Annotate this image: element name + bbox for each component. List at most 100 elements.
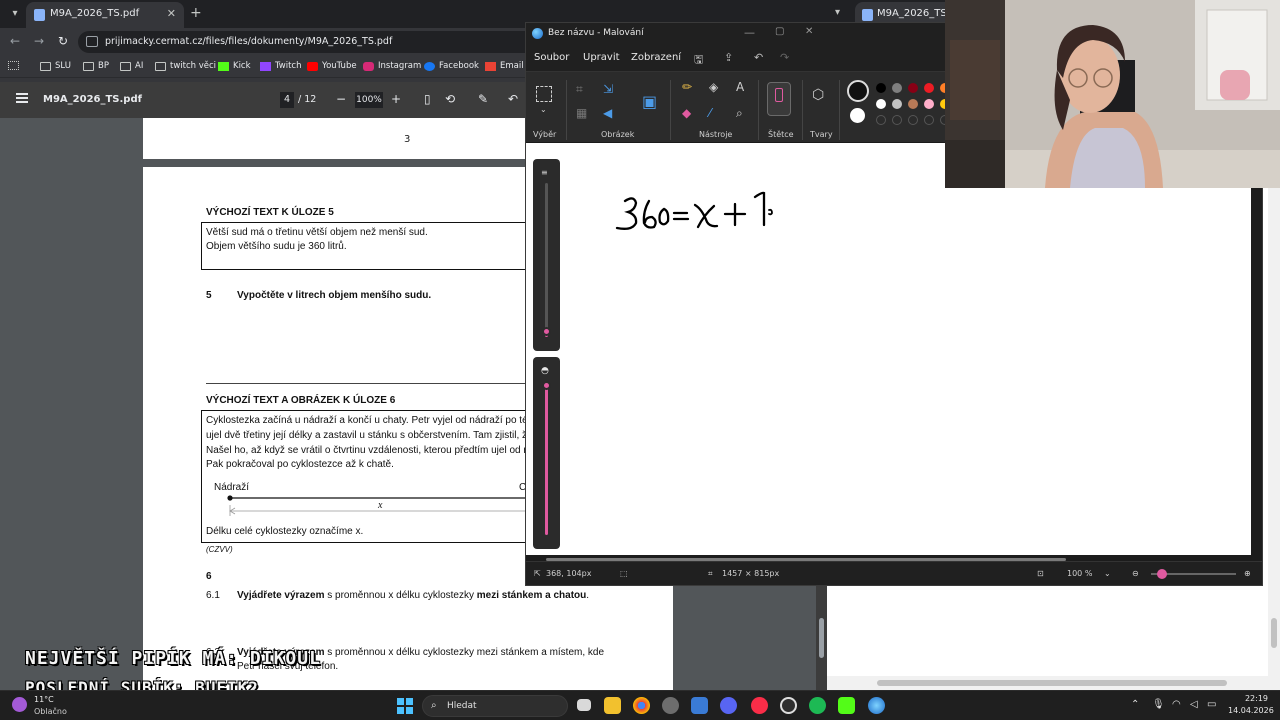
page-number-input[interactable]: 4 [280, 92, 294, 108]
text-icon[interactable]: A [736, 80, 744, 94]
primary-color-swatch[interactable] [847, 80, 869, 102]
undo-icon[interactable]: ↶ [508, 92, 518, 106]
battery-icon[interactable]: ▭ [1207, 699, 1216, 710]
opacity-slider-knob[interactable] [542, 381, 551, 390]
bookmark-instagram[interactable]: Instagram [363, 61, 421, 71]
bookmark-kick[interactable]: Kick [218, 61, 251, 71]
zoom-slider-knob[interactable] [1157, 569, 1167, 579]
taskbar-search[interactable]: ⌕ Hledat [422, 695, 568, 717]
music-icon[interactable] [751, 697, 768, 714]
brush-button[interactable] [767, 82, 791, 116]
task-view-icon[interactable] [577, 699, 591, 711]
brush-size-slider-track[interactable] [545, 183, 548, 333]
scrollbar-vertical[interactable] [1268, 188, 1280, 676]
resize-icon[interactable]: ⇲ [603, 82, 613, 96]
color-picker-icon[interactable]: ⁄ [709, 106, 711, 120]
fit-window-icon[interactable]: ⊡ [1037, 569, 1044, 578]
site-info-icon[interactable] [86, 36, 98, 47]
zoom-slider[interactable] [1151, 569, 1236, 579]
drawing-canvas[interactable] [526, 143, 1251, 555]
tray-expand-icon[interactable]: ⌃ [1131, 699, 1139, 710]
image-icon[interactable]: ▣ [642, 92, 657, 111]
zoom-level[interactable]: 100 % [1067, 569, 1092, 578]
crop-icon[interactable]: ⌗ [576, 82, 583, 97]
address-bar[interactable]: prijimacky.cermat.cz/files/files/dokumen… [78, 31, 598, 53]
magnifier-icon[interactable]: ⌕ [736, 106, 743, 121]
brush-size-slider-knob[interactable] [542, 327, 551, 336]
paint-app-icon[interactable] [868, 697, 885, 714]
pencil-icon[interactable]: ✏ [682, 80, 692, 94]
close-icon[interactable]: ✕ [805, 26, 813, 37]
back-icon[interactable]: ← [10, 34, 20, 48]
clock[interactable]: 22:19 14.04.2026 [1228, 694, 1274, 715]
forward-icon[interactable]: → [34, 34, 44, 48]
palette-color-gray[interactable] [892, 83, 902, 93]
zoom-input[interactable]: 100% [355, 92, 383, 108]
redo-icon[interactable]: ↷ [780, 51, 789, 64]
palette-color-darkred[interactable] [908, 83, 918, 93]
save-icon[interactable]: 🖫 [694, 51, 703, 70]
undo-icon[interactable]: ↶ [754, 51, 763, 64]
canvas-scrollbar-vertical[interactable] [1251, 143, 1262, 555]
bookmark-slu[interactable]: SLU [40, 61, 71, 71]
microphone-icon[interactable]: 🎙 [1152, 699, 1165, 710]
fit-page-icon[interactable]: ▯ [424, 92, 431, 106]
spotify-icon[interactable] [809, 697, 826, 714]
scrollbar-horizontal[interactable] [827, 676, 1280, 690]
bookmark-twitch[interactable]: Twitch [260, 61, 302, 71]
settings-icon[interactable] [662, 697, 679, 714]
fill-icon[interactable]: ◈ [709, 80, 718, 94]
palette-color-pink[interactable] [924, 99, 934, 109]
minimize-icon[interactable]: — [744, 26, 755, 39]
kick-app-icon[interactable] [838, 697, 855, 714]
menu-file[interactable]: Soubor [534, 52, 569, 63]
volume-icon[interactable]: ◁ [1190, 699, 1198, 710]
photos-icon[interactable] [691, 697, 708, 714]
menu-icon[interactable] [16, 93, 28, 103]
obs-icon[interactable] [780, 697, 797, 714]
menu-edit[interactable]: Upravit [583, 52, 620, 63]
tab-search-icon[interactable]: ▾ [6, 5, 24, 23]
apps-icon[interactable] [8, 61, 19, 70]
share-icon[interactable]: ⇪ [724, 51, 733, 64]
palette-custom-slot[interactable] [892, 115, 902, 125]
palette-color-lightgray[interactable] [892, 99, 902, 109]
zoom-out-icon[interactable]: − [336, 92, 346, 106]
rotate-icon[interactable]: ◀ [603, 106, 612, 120]
chrome-icon[interactable] [633, 697, 650, 714]
palette-color-brown[interactable] [908, 99, 918, 109]
palette-custom-slot[interactable] [876, 115, 886, 125]
scroll-thumb[interactable] [1271, 618, 1277, 648]
bookmark-twitch-veci[interactable]: twitch věci [155, 61, 216, 71]
eraser-icon[interactable]: ◆ [682, 106, 691, 120]
shapes-icon[interactable]: ⬡ [812, 87, 824, 103]
select-dropdown-icon[interactable]: ⌄ [540, 105, 547, 114]
palette-color-red[interactable] [924, 83, 934, 93]
wifi-icon[interactable]: ◠ [1172, 699, 1181, 710]
bookmark-facebook[interactable]: Facebook [424, 61, 479, 71]
bookmark-email[interactable]: Email [485, 61, 524, 71]
palette-custom-slot[interactable] [924, 115, 934, 125]
bookmark-bp[interactable]: BP [83, 61, 109, 71]
discord-icon[interactable] [720, 697, 737, 714]
new-tab-icon[interactable]: + [190, 5, 202, 21]
select-icon[interactable] [536, 86, 552, 102]
file-explorer-icon[interactable] [604, 697, 621, 714]
reload-icon[interactable]: ↻ [58, 34, 68, 48]
palette-color-white[interactable] [876, 99, 886, 109]
palette-color-black[interactable] [876, 83, 886, 93]
zoom-dropdown-icon[interactable]: ⌄ [1104, 569, 1111, 578]
bookmark-ai[interactable]: AI [120, 61, 143, 71]
browser-tab[interactable]: M9A_2026_TS.pdf ✕ [26, 2, 184, 28]
zoom-in-icon[interactable]: + [391, 92, 401, 106]
start-button[interactable] [397, 698, 413, 714]
tab-close-icon[interactable]: ✕ [167, 7, 176, 20]
scroll-thumb[interactable] [877, 680, 1227, 686]
bookmark-youtube[interactable]: YouTube [307, 61, 357, 71]
zoom-in-icon[interactable]: ⊕ [1244, 569, 1251, 578]
secondary-color-swatch[interactable] [850, 108, 865, 123]
annotate-icon[interactable]: ✎ [478, 92, 488, 106]
flip-icon[interactable]: ▦ [576, 106, 587, 120]
menu-view[interactable]: Zobrazení [631, 52, 681, 63]
rotate-icon[interactable]: ⟲ [445, 92, 455, 106]
